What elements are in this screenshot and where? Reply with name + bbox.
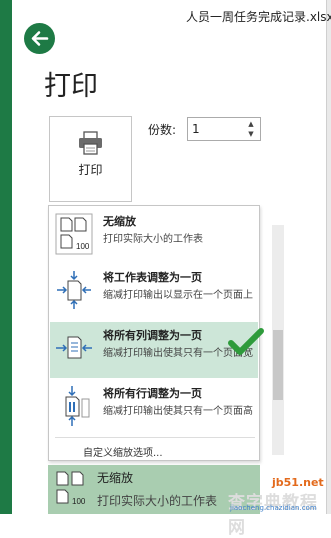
print-button-label: 打印 <box>78 163 103 177</box>
scaling-option-title: 将所有行调整为一页 <box>103 387 202 400</box>
copies-decrement-icon[interactable]: ▼ <box>246 130 256 139</box>
printer-icon <box>79 131 102 155</box>
svg-text:100: 100 <box>76 242 90 251</box>
scaling-option-no-scaling[interactable]: 100 无缩放 打印实际大小的工作表 <box>50 208 258 264</box>
scaling-option-title: 将工作表调整为一页 <box>103 271 202 284</box>
copies-input[interactable]: 1 ▲ ▼ <box>187 117 261 141</box>
copies-value[interactable]: 1 <box>192 122 200 136</box>
file-title: 人员一周任务完成记录.xlsx <box>186 10 331 24</box>
copies-increment-icon[interactable]: ▲ <box>246 120 256 129</box>
print-button[interactable]: 打印 <box>49 116 132 202</box>
svg-text:100: 100 <box>72 497 86 506</box>
scaling-selector-desc: 打印实际大小的工作表 <box>97 494 218 508</box>
scaling-option-desc: 打印实际大小的工作表 <box>103 234 203 245</box>
back-button[interactable] <box>24 23 55 54</box>
custom-scaling-link[interactable]: 自定义缩放选项... <box>83 444 163 459</box>
scaling-option-desc: 缩减打印输出使其只有一个页面高 <box>103 406 253 417</box>
scaling-option-title: 将所有列调整为一页 <box>103 329 202 342</box>
watermark-url: jiaocheng.chazidian.com <box>230 504 317 512</box>
window-edge <box>326 0 331 514</box>
scaling-option-desc: 缩减打印输出以显示在一个页面上 <box>103 290 253 301</box>
scaling-option-fit-columns[interactable]: 将所有列调整为一页 缩减打印输出使其只有一个页面宽 <box>50 322 258 378</box>
scaling-option-title: 无缩放 <box>103 215 136 228</box>
scaling-selector-title: 无缩放 <box>97 471 134 485</box>
scaling-option-fit-sheet[interactable]: 将工作表调整为一页 缩减打印输出以显示在一个页面上 <box>50 264 258 320</box>
page-title: 打印 <box>44 71 98 102</box>
fit-rows-icon <box>65 386 90 426</box>
backstage-sidebar <box>0 0 12 514</box>
scaling-option-fit-rows[interactable]: 将所有行调整为一页 缩减打印输出使其只有一个页面高 <box>50 380 258 436</box>
fit-sheet-icon <box>57 271 91 309</box>
watermark-brand: 查字典教程网 <box>228 493 318 538</box>
checkmark-icon <box>228 328 264 355</box>
scrollbar-thumb[interactable] <box>273 330 283 400</box>
no-scaling-icon: 100 <box>56 471 86 506</box>
no-scaling-icon: 100 <box>55 213 93 255</box>
dropdown-separator <box>55 437 255 438</box>
fit-columns-icon <box>56 336 92 359</box>
copies-label: 份数: <box>148 123 177 137</box>
back-arrow-icon <box>31 31 49 46</box>
